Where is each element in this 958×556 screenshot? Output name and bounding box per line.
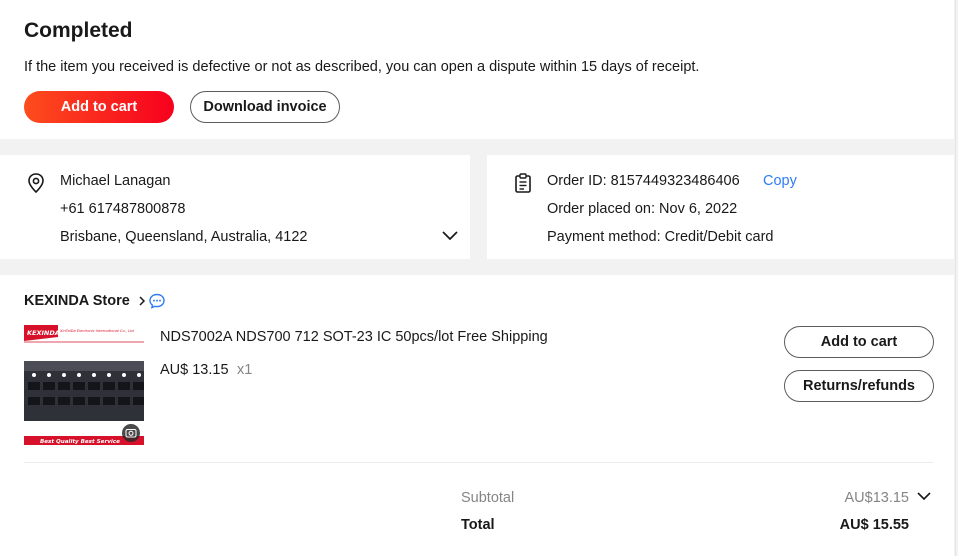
shipping-address-panel: Michael Lanagan +61 617487800878 Brisban… — [0, 155, 470, 259]
order-id: Order ID: 8157449323486406 — [547, 173, 740, 189]
item-add-to-cart-button[interactable]: Add to cart — [784, 326, 934, 358]
thumb-company: XinTaiDa Electronic International Co., L… — [59, 329, 134, 333]
download-invoice-button[interactable]: Download invoice — [190, 91, 340, 123]
recipient-phone: +61 617487800878 — [60, 201, 186, 217]
thumb-brand: KEXINDA — [27, 329, 60, 337]
product-quantity: x1 — [237, 362, 253, 378]
chevron-down-icon[interactable] — [915, 489, 933, 505]
product-title[interactable]: NDS7002A NDS700 712 SOT-23 IC 50pcs/lot … — [160, 328, 548, 346]
subtotal-value: AU$13.15 — [844, 490, 910, 506]
camera-icon[interactable] — [122, 424, 140, 442]
dispute-notice: If the item you received is defective or… — [24, 59, 700, 75]
returns-refunds-button[interactable]: Returns/refunds — [784, 370, 934, 402]
chat-bubble-icon[interactable] — [148, 292, 166, 310]
page-title: Completed — [24, 19, 133, 42]
add-to-cart-button[interactable]: Add to cart — [24, 91, 174, 123]
order-placed-date: Order placed on: Nov 6, 2022 — [547, 201, 738, 217]
store-link[interactable]: KEXINDA Store — [24, 292, 149, 310]
right-edge-divider — [955, 0, 956, 556]
thumb-banner-text: Best Quality Best Service — [40, 439, 120, 445]
total-label: Total — [461, 517, 495, 533]
recipient-name: Michael Lanagan — [60, 173, 171, 189]
order-status-panel: Completed If the item you received is de… — [0, 0, 954, 139]
clipboard-icon — [515, 173, 531, 193]
store-name: KEXINDA Store — [24, 293, 130, 309]
product-price: AU$ 13.15 — [160, 362, 229, 378]
product-thumbnail[interactable]: KEXINDA XinTaiDa Electronic Internationa… — [24, 325, 144, 445]
summary-divider — [24, 462, 933, 463]
order-items-panel: KEXINDA Store KEXINDA XinTaiDa Electroni… — [0, 275, 954, 556]
total-value: AU$ 15.55 — [839, 517, 909, 533]
product-image: KEXINDA XinTaiDa Electronic Internationa… — [24, 325, 144, 445]
recipient-address: Brisbane, Queensland, Australia, 4122 — [60, 229, 308, 245]
location-pin-icon — [28, 173, 44, 194]
chevron-right-icon — [139, 296, 145, 306]
copy-order-id-link[interactable]: Copy — [763, 172, 797, 190]
chevron-down-icon[interactable] — [440, 228, 460, 244]
subtotal-label: Subtotal — [461, 490, 515, 506]
order-info-panel: Order ID: 8157449323486406 Copy Order pl… — [487, 155, 954, 259]
payment-method: Payment method: Credit/Debit card — [547, 229, 774, 245]
